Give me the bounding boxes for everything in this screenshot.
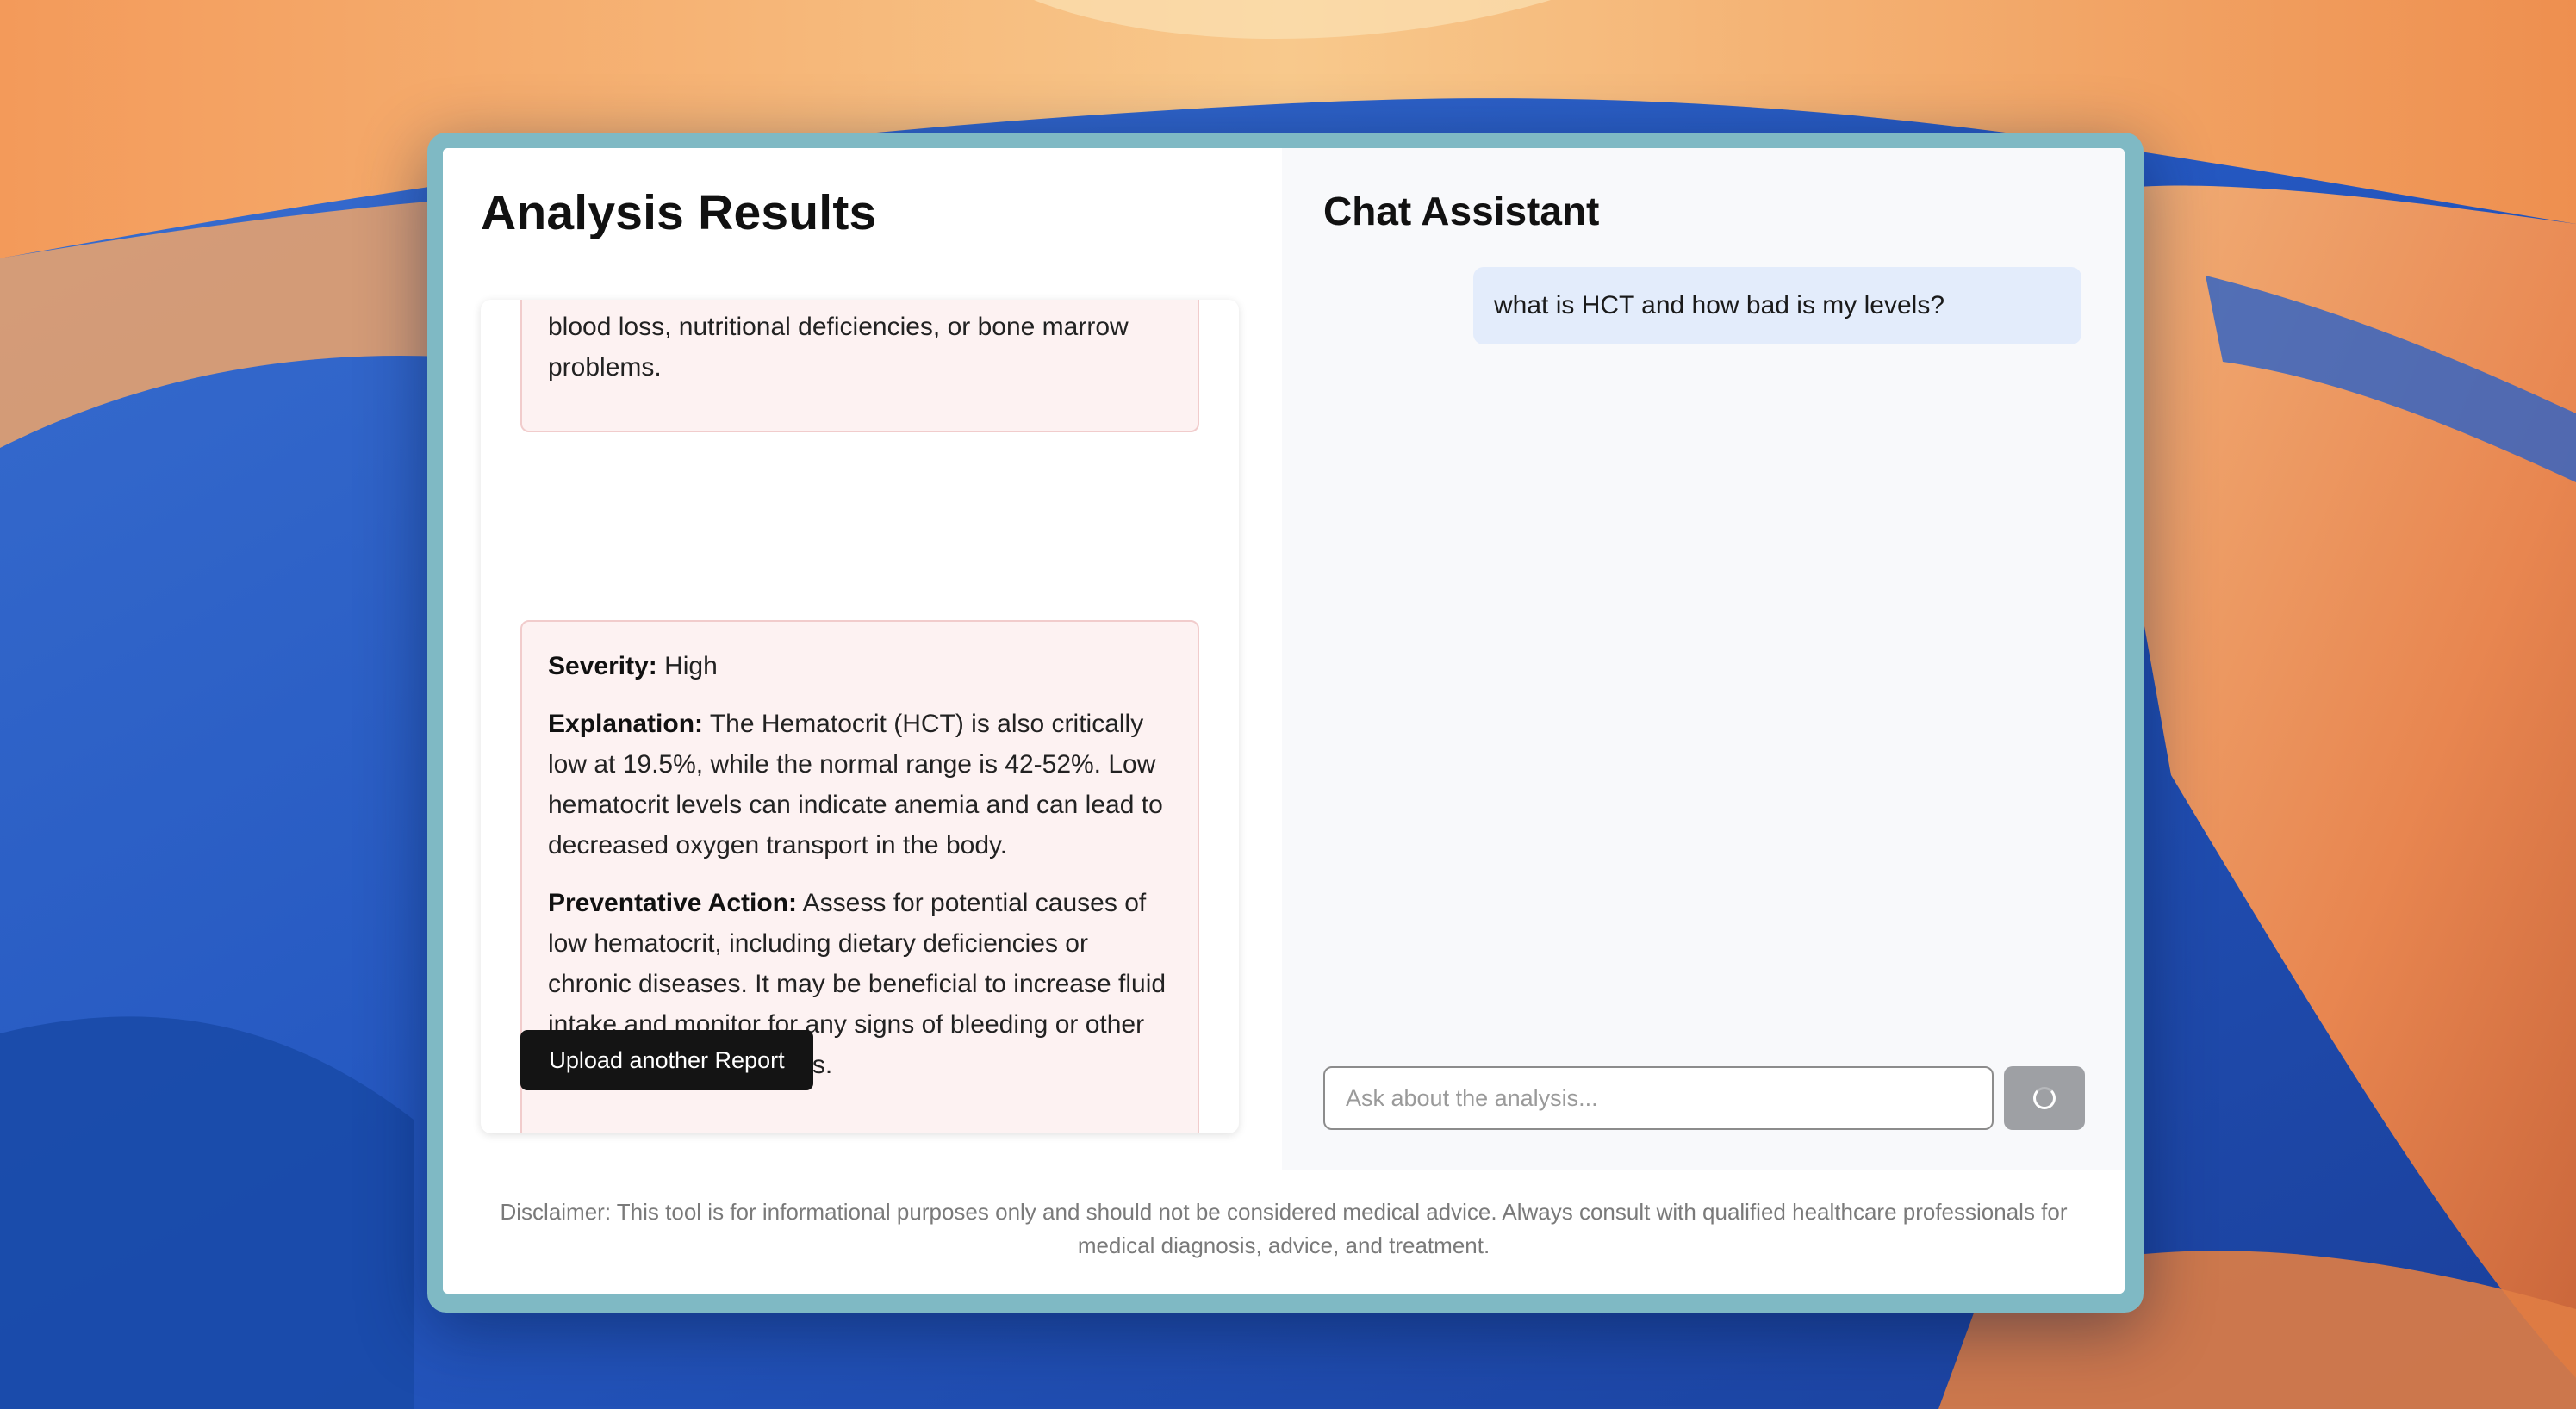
loading-spinner-icon — [2033, 1087, 2056, 1109]
analysis-results-panel: Analysis Results blood loss, nutritional… — [443, 148, 1282, 1170]
severity-value: High — [664, 652, 718, 680]
chat-assistant-panel: Chat Assistant what is HCT and how bad i… — [1282, 148, 2125, 1170]
preventative-action-label: Preventative Action: — [548, 889, 797, 917]
disclaimer: Disclaimer: This tool is for information… — [500, 1199, 2068, 1258]
chat-title: Chat Assistant — [1323, 189, 1600, 233]
chat-input[interactable] — [1323, 1066, 1994, 1130]
finding-card: blood loss, nutritional deficiencies, or… — [520, 300, 1199, 432]
finding-text: blood loss, nutritional deficiencies, or… — [548, 313, 1129, 382]
severity-label: Severity: — [548, 652, 657, 680]
explanation-label: Explanation: — [548, 710, 704, 738]
footer: Disclaimer: This tool is for information… — [443, 1170, 2125, 1294]
upload-another-report-button[interactable]: Upload another Report — [520, 1030, 813, 1090]
explanation-row: Explanation: The Hematocrit (HCT) is als… — [548, 704, 1172, 866]
severity-row: Severity: High — [548, 646, 1172, 686]
page-title: Analysis Results — [481, 185, 877, 240]
app-content: Analysis Results blood loss, nutritional… — [443, 148, 2125, 1294]
app-window: Analysis Results blood loss, nutritional… — [427, 133, 2144, 1313]
user-message: what is HCT and how bad is my levels? — [1473, 267, 2081, 344]
send-button[interactable] — [2004, 1066, 2085, 1130]
results-scroll-area[interactable]: blood loss, nutritional deficiencies, or… — [481, 300, 1239, 1133]
results-container: blood loss, nutritional deficiencies, or… — [481, 300, 1239, 1133]
